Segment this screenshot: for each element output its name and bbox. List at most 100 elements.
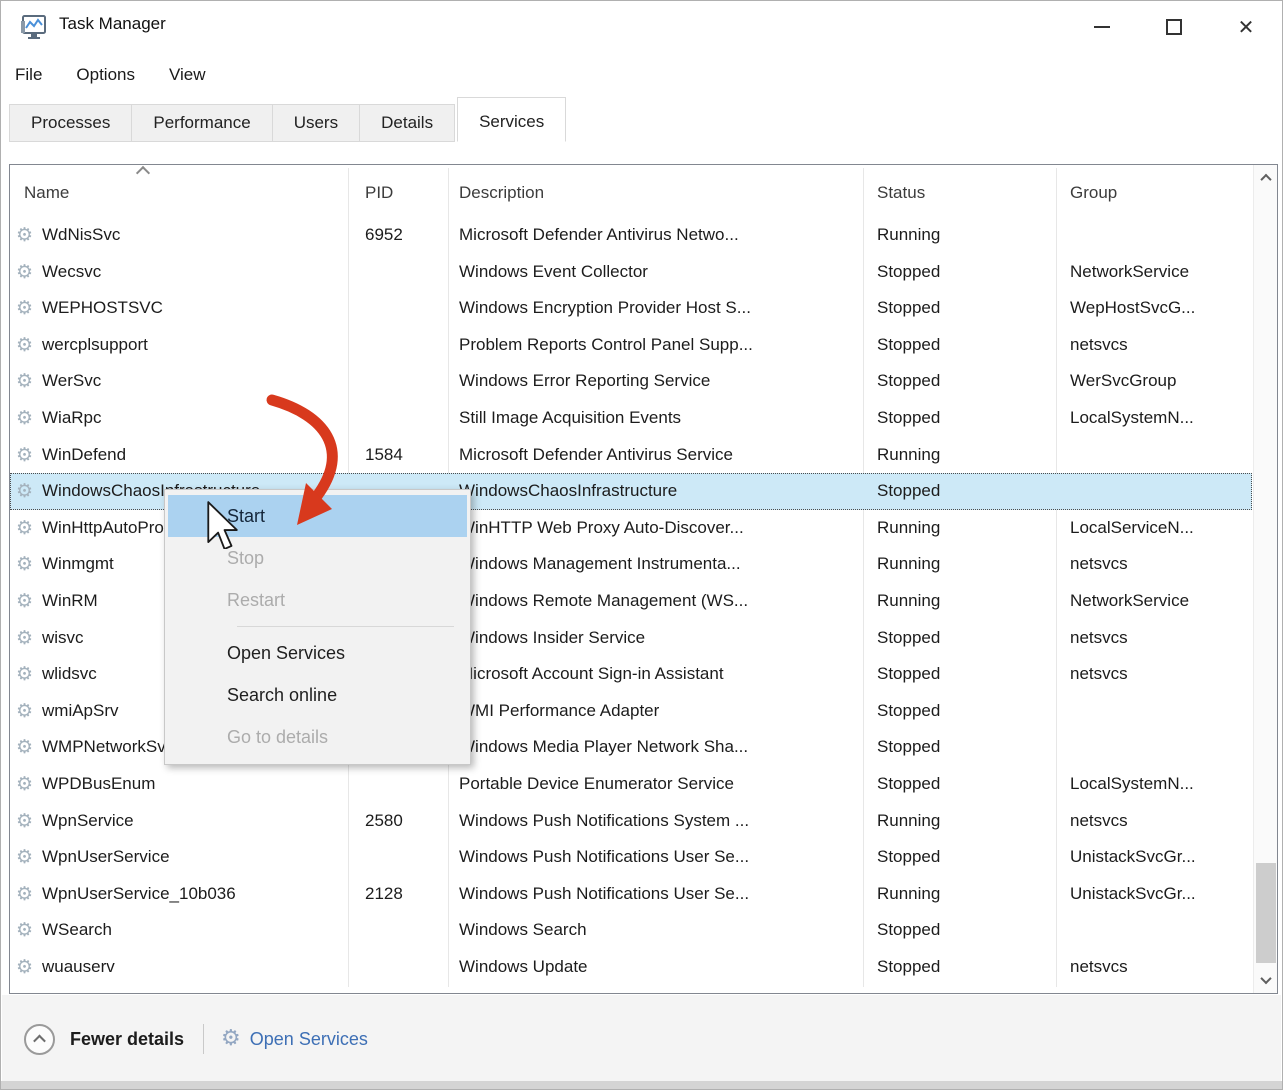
- scrollbar-thumb[interactable]: [1256, 863, 1276, 963]
- column-header-pid[interactable]: PID: [365, 183, 393, 203]
- service-status: Running: [877, 217, 1049, 254]
- service-description: Portable Device Enumerator Service: [459, 766, 857, 803]
- tab[interactable]: Processes: [9, 104, 132, 142]
- task-manager-window: Task Manager ✕ File Options View Process…: [0, 0, 1283, 1090]
- service-status: Stopped: [877, 729, 1049, 766]
- scroll-up-button[interactable]: [1254, 165, 1278, 191]
- service-status: Running: [877, 803, 1049, 840]
- table-row[interactable]: ⚙ WerSvc Windows Error Reporting Service…: [10, 363, 1252, 400]
- service-name: WinDefend: [42, 437, 342, 474]
- service-group: LocalServiceN...: [1070, 510, 1246, 547]
- menubar-item[interactable]: Options: [76, 65, 135, 85]
- tab-bar: Processes Performance Users Details Serv…: [9, 97, 565, 142]
- service-description: Problem Reports Control Panel Supp...: [459, 327, 857, 364]
- scroll-down-button[interactable]: [1254, 967, 1278, 993]
- column-header-name[interactable]: Name: [24, 183, 69, 203]
- table-row[interactable]: ⚙ wercplsupport Problem Reports Control …: [10, 327, 1252, 364]
- service-gear-icon: ⚙: [16, 766, 40, 803]
- service-name: WpnUserService_10b036: [42, 876, 342, 913]
- service-group: UnistackSvcGr...: [1070, 839, 1246, 876]
- service-description: Still Image Acquisition Events: [459, 400, 857, 437]
- fewer-details-button[interactable]: Fewer details: [70, 1029, 184, 1050]
- service-gear-icon: ⚙: [16, 327, 40, 364]
- window-title: Task Manager: [59, 14, 166, 34]
- menubar-item[interactable]: File: [15, 65, 42, 85]
- service-description: Windows Remote Management (WS...: [459, 583, 857, 620]
- service-pid: [365, 327, 445, 364]
- open-services-link[interactable]: Open Services: [250, 1029, 368, 1050]
- service-gear-icon: ⚙: [16, 876, 40, 913]
- context-menu-item[interactable]: Search online: [168, 674, 467, 716]
- vertical-scrollbar[interactable]: [1253, 165, 1277, 993]
- close-button[interactable]: ✕: [1210, 1, 1282, 53]
- service-status: Running: [877, 876, 1049, 913]
- service-status: Stopped: [877, 254, 1049, 291]
- service-gear-icon: ⚙: [16, 729, 40, 766]
- service-description: Microsoft Account Sign-in Assistant: [459, 656, 857, 693]
- menubar-item[interactable]: View: [169, 65, 206, 85]
- service-group: netsvcs: [1070, 949, 1246, 986]
- column-header-group[interactable]: Group: [1070, 183, 1117, 203]
- context-menu-item[interactable]: Restart: [168, 579, 467, 621]
- table-row[interactable]: ⚙ WSearch Windows Search Stopped: [10, 912, 1252, 949]
- column-header-status[interactable]: Status: [877, 183, 925, 203]
- service-group: netsvcs: [1070, 803, 1246, 840]
- minimize-button[interactable]: [1066, 1, 1138, 53]
- service-pid: [365, 254, 445, 291]
- service-gear-icon: ⚙: [16, 583, 40, 620]
- tab[interactable]: Details: [359, 104, 455, 142]
- service-description: WindowsChaosInfrastructure: [459, 473, 857, 510]
- service-group: [1070, 693, 1246, 730]
- window-controls: ✕: [1066, 1, 1282, 53]
- table-row[interactable]: ⚙ wuauserv Windows Update Stopped netsvc…: [10, 949, 1252, 986]
- context-menu-item[interactable]: Start: [168, 495, 467, 537]
- table-row[interactable]: ⚙ WEPHOSTSVC Windows Encryption Provider…: [10, 290, 1252, 327]
- service-status: Stopped: [877, 839, 1049, 876]
- service-description: Windows Encryption Provider Host S...: [459, 290, 857, 327]
- service-description: Windows Push Notifications User Se...: [459, 876, 857, 913]
- context-menu-item[interactable]: Stop: [168, 537, 467, 579]
- table-row[interactable]: ⚙ Wecsvc Windows Event Collector Stopped…: [10, 254, 1252, 291]
- service-description: Windows Search: [459, 912, 857, 949]
- chevron-down-icon: [1260, 973, 1271, 984]
- table-row[interactable]: ⚙ WdNisSvc 6952 Microsoft Defender Antiv…: [10, 217, 1252, 254]
- title-bar: Task Manager ✕: [1, 1, 1282, 53]
- service-gear-icon: ⚙: [16, 473, 40, 510]
- service-name: wuauserv: [42, 949, 342, 986]
- service-pid: [365, 400, 445, 437]
- service-gear-icon: ⚙: [16, 217, 40, 254]
- service-gear-icon: ⚙: [16, 693, 40, 730]
- tab[interactable]: Users: [272, 104, 360, 142]
- table-row[interactable]: ⚙ WiaRpc Still Image Acquisition Events …: [10, 400, 1252, 437]
- footer-bar: Fewer details ⚙ Open Services: [2, 995, 1281, 1083]
- service-group: LocalSystemN...: [1070, 766, 1246, 803]
- context-menu-item[interactable]: Open Services: [168, 632, 467, 674]
- service-gear-icon: ⚙: [16, 437, 40, 474]
- tab-label: Services: [479, 112, 544, 131]
- tab[interactable]: Services: [457, 97, 566, 142]
- tab[interactable]: Performance: [131, 104, 272, 142]
- maximize-icon: [1166, 19, 1182, 35]
- column-header-description[interactable]: Description: [459, 183, 544, 203]
- service-gear-icon: ⚙: [16, 949, 40, 986]
- list-header: Name PID Description Status Group: [10, 165, 1253, 215]
- service-gear-icon: ⚙: [16, 290, 40, 327]
- task-manager-app-icon: [19, 13, 47, 41]
- table-row[interactable]: ⚙ WpnService 2580 Windows Push Notificat…: [10, 803, 1252, 840]
- table-row[interactable]: ⚙ WpnUserService_10b036 2128 Windows Pus…: [10, 876, 1252, 913]
- maximize-button[interactable]: [1138, 1, 1210, 53]
- context-menu: Start Stop Restart Open Services Search …: [164, 489, 471, 765]
- service-status: Stopped: [877, 327, 1049, 364]
- context-menu-item[interactable]: [237, 626, 454, 627]
- service-pid: [365, 363, 445, 400]
- table-row[interactable]: ⚙ WinDefend 1584 Microsoft Defender Anti…: [10, 437, 1252, 474]
- service-status: Stopped: [877, 620, 1049, 657]
- table-row[interactable]: ⚙ WpnUserService Windows Push Notificati…: [10, 839, 1252, 876]
- table-row[interactable]: ⚙ WPDBusEnum Portable Device Enumerator …: [10, 766, 1252, 803]
- service-pid: 2580: [365, 803, 445, 840]
- service-group: LocalSystemN...: [1070, 400, 1246, 437]
- service-name: WSearch: [42, 912, 342, 949]
- tab-label: Details: [381, 113, 433, 132]
- chevron-up-circle-icon[interactable]: [24, 1024, 55, 1055]
- context-menu-item[interactable]: Go to details: [168, 716, 467, 758]
